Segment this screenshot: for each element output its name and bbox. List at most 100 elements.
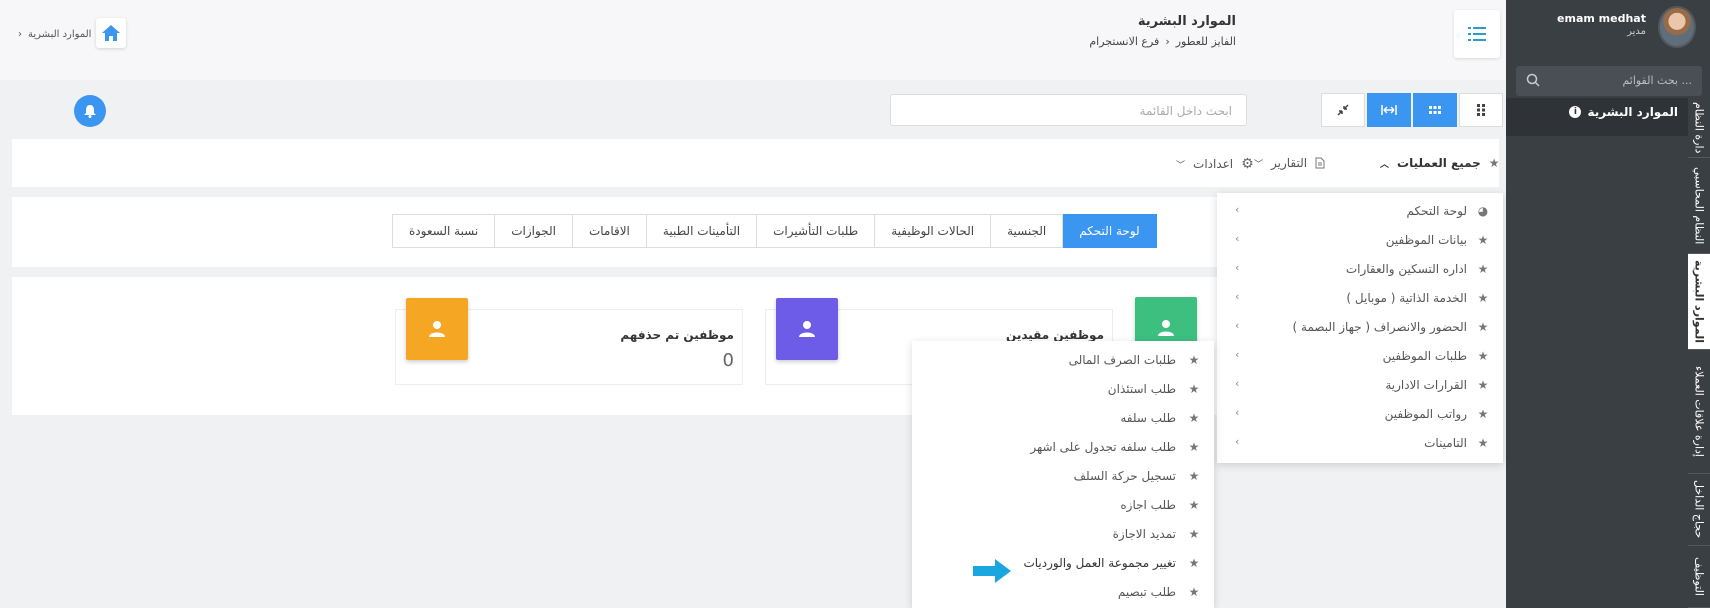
tab-saudization[interactable]: نسبة السعودة [392, 214, 496, 248]
star-icon: ★ [1188, 410, 1200, 425]
submenu-item[interactable]: ★ تسجيل حركة السلف [912, 461, 1214, 490]
menu-item-admin-decisions[interactable]: ★ القرارات الادارية › [1217, 370, 1503, 399]
menu-item-insurance[interactable]: ★ التامينات › [1217, 428, 1503, 457]
tab-job-statuses[interactable]: الحالات الوظيفية [875, 214, 992, 248]
list-search-placeholder: ابحث داخل القائمة [1139, 104, 1232, 118]
shrink-button[interactable] [1321, 93, 1365, 127]
page-title: الموارد البشرية [1137, 14, 1236, 29]
tab-passports[interactable]: الجوازات [495, 214, 573, 248]
menu-toggle-button[interactable] [1454, 10, 1500, 58]
settings-label: اعدادات [1193, 157, 1234, 171]
dots-grid-icon [1477, 104, 1485, 116]
breadcrumb-branch[interactable]: فرع الانستجرام [1089, 35, 1159, 48]
submenu-item[interactable]: ★ تمديد الاجازة [912, 519, 1214, 548]
settings-menu[interactable]: ⚙ اعدادات ﹀ [1176, 156, 1254, 172]
reports-label: التقارير [1271, 156, 1308, 170]
vtab-domestic-pilgrims[interactable]: حجاج الداخل [1688, 474, 1710, 546]
module-tabs: لوحة التحكم الجنسية الحالات الوظيفية طلب… [392, 214, 1157, 248]
vertical-module-tabs: دارة النظام النظام المحاسبي الموارد البش… [1688, 98, 1710, 608]
chevron-up-icon: ︿ [1380, 159, 1390, 170]
dashboard-icon: ◕ [1477, 203, 1489, 218]
star-icon: ★ [1477, 290, 1489, 305]
chevron-right-icon: › [1235, 319, 1240, 332]
star-icon: ★ [1477, 232, 1489, 247]
tab-nationality[interactable]: الجنسية [991, 214, 1064, 248]
view-mode-buttons [1321, 93, 1503, 127]
vtab-hr[interactable]: الموارد البشرية [1688, 254, 1710, 350]
submenu-item-label: طلب استئذان [1107, 381, 1176, 396]
menu-item-self-service[interactable]: ★ الخدمة الذاتية ( موبايل ) › [1217, 283, 1503, 312]
vtab-system-admin[interactable]: دارة النظام [1688, 98, 1710, 158]
list-search-input[interactable]: ابحث داخل القائمة [890, 94, 1247, 126]
chevron-right-icon: › [1235, 261, 1240, 274]
vtab-accounting[interactable]: النظام المحاسبي [1688, 158, 1710, 254]
user-role: مدير [1627, 26, 1646, 37]
star-icon: ★ [1188, 381, 1200, 396]
list-view-button[interactable] [1459, 93, 1503, 127]
submenu-item[interactable]: ★ طلب سلفه [912, 403, 1214, 432]
breadcrumb: الفايز للعطور ‹ فرع الانستجرام [1089, 35, 1236, 48]
submenu-item[interactable]: ★ طلب اجازه [912, 490, 1214, 519]
home-icon [102, 25, 120, 41]
left-breadcrumb: › الموارد البشرية [18, 29, 91, 40]
expand-width-button[interactable] [1367, 93, 1411, 127]
stat-tile [776, 298, 838, 360]
page-header: › الموارد البشرية الموارد البشرية الفايز… [0, 0, 1506, 80]
stat-label: موظفين تم حذفهم [620, 328, 734, 342]
breadcrumb-separator-icon: ‹ [1165, 35, 1170, 48]
submenu-item[interactable]: ★ طلب استئذان [912, 374, 1214, 403]
pointer-arrow-icon [973, 559, 1011, 583]
menu-item-employee-requests[interactable]: ★ طلبات الموظفين › [1217, 341, 1503, 370]
vtab-crm[interactable]: إدارة علاقات العملاء [1688, 350, 1710, 474]
chevron-right-icon: › [1235, 290, 1240, 303]
sidebar-search-input[interactable]: بحث القوائم ... [1516, 66, 1702, 96]
chevron-right-icon: › [1235, 435, 1240, 448]
user-name: emam medhat [1557, 12, 1646, 25]
menu-item-salaries[interactable]: ★ رواتب الموظفين › [1217, 399, 1503, 428]
submenu-item-change-shift[interactable]: ★ تغيير مجموعة العمل والورديات [912, 548, 1214, 577]
sidebar-item-hr[interactable]: i الموارد البشرية [1569, 105, 1678, 119]
menu-item-label: رواتب الموظفين [1384, 406, 1467, 421]
submenu-item[interactable]: ★ طلب تبصيم [912, 577, 1214, 606]
bell-icon [84, 104, 96, 118]
star-icon: ★ [1488, 156, 1500, 170]
star-icon: ★ [1188, 352, 1200, 367]
star-icon: ★ [1188, 555, 1200, 570]
menu-item-label: لوحة التحكم [1406, 203, 1468, 218]
home-button[interactable] [96, 18, 126, 48]
tab-visa-requests[interactable]: طلبات التأشيرات [757, 214, 876, 248]
chevron-right-icon: › [1235, 377, 1240, 390]
vtab-recruitment[interactable]: التوظيف [1688, 546, 1710, 608]
submenu-item[interactable]: ★ طلب سلفه تجدول على اشهر [912, 432, 1214, 461]
chevron-right-icon: › [1235, 203, 1240, 216]
notifications-button[interactable] [74, 95, 106, 127]
stat-deleted-employees[interactable]: موظفين تم حذفهم 0 [395, 298, 743, 385]
submenu-item-label: طلب سلفه [1120, 410, 1176, 425]
menu-item-employee-data[interactable]: ★ بيانات الموظفين › [1217, 225, 1503, 254]
menu-item-label: بيانات الموظفين [1385, 232, 1467, 247]
menu-item-housing[interactable]: ★ اداره التسكين والعقارات › [1217, 254, 1503, 283]
operations-bar: ★ جميع العمليات ︿ التقارير ﹀ ⚙ اعدادات ﹀ [12, 139, 1500, 187]
all-operations-menu[interactable]: ★ جميع العمليات ︿ [1380, 156, 1500, 170]
star-icon: ★ [1477, 348, 1489, 363]
breadcrumb-company[interactable]: الفايز للعطور [1176, 35, 1236, 48]
star-icon: ★ [1188, 526, 1200, 541]
user-profile[interactable]: emam medhat مدير [1506, 0, 1710, 62]
sidebar-search-placeholder: بحث القوائم ... [1622, 74, 1692, 87]
search-icon [1526, 73, 1540, 87]
submenu-item[interactable]: ★ طلبات الصرف المالى [912, 345, 1214, 374]
tab-dashboard[interactable]: لوحة التحكم [1063, 214, 1157, 248]
stat-tile [406, 298, 468, 360]
avatar[interactable] [1658, 6, 1696, 48]
tab-residencies[interactable]: الاقامات [572, 214, 647, 248]
menu-item-dashboard[interactable]: ◕ لوحة التحكم › [1217, 196, 1503, 225]
user-icon [429, 321, 445, 337]
menu-item-label: الخدمة الذاتية ( موبايل ) [1346, 290, 1467, 305]
left-breadcrumb-label[interactable]: الموارد البشرية [28, 29, 91, 40]
chevron-right-icon: › [1235, 232, 1240, 245]
right-sidebar: emam medhat مدير بحث القوائم ... i الموا… [1506, 0, 1710, 608]
reports-menu[interactable]: التقارير ﹀ [1254, 156, 1325, 170]
menu-item-attendance[interactable]: ★ الحضور والانصراف ( جهاز البصمة ) › [1217, 312, 1503, 341]
grid-view-button[interactable] [1413, 93, 1457, 127]
tab-medical-insurance[interactable]: التأمينات الطبية [646, 214, 758, 248]
